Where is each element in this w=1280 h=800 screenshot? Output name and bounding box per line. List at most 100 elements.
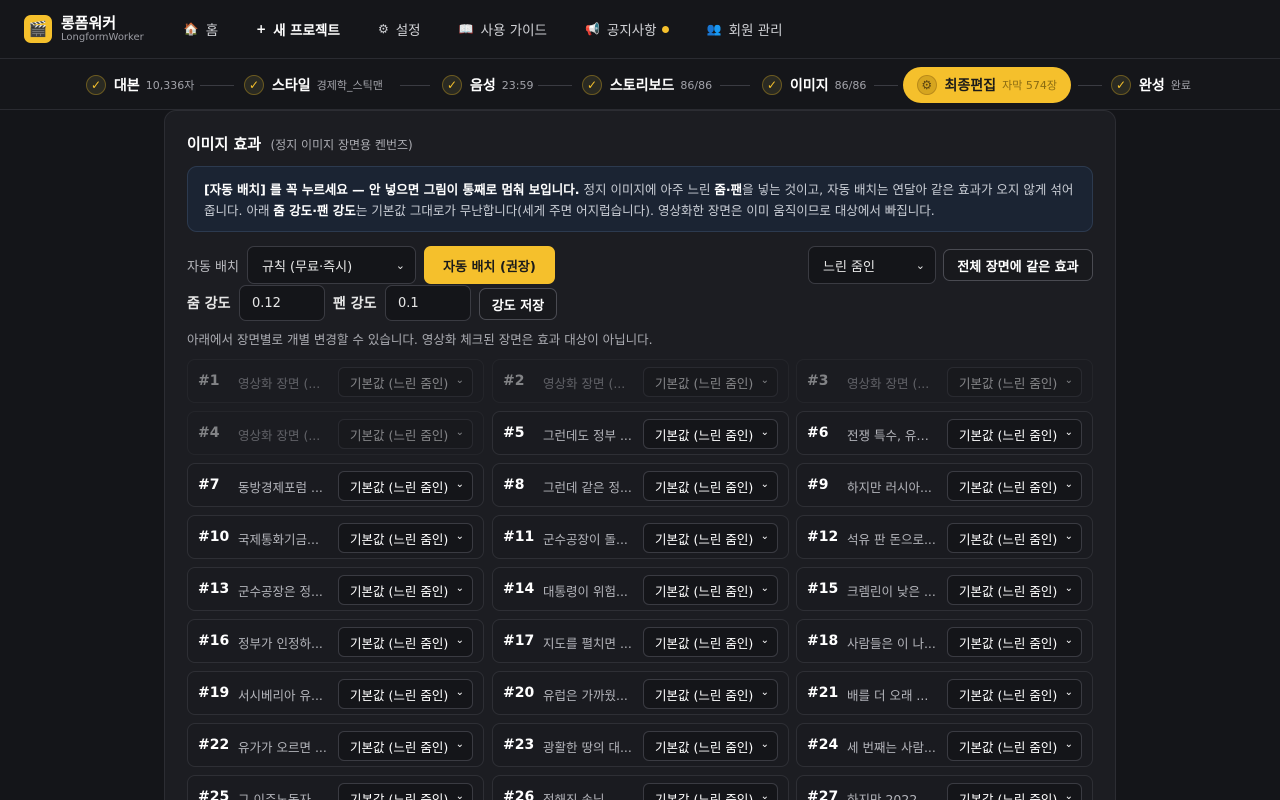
scene-number: #5 <box>503 425 525 441</box>
scene-effect-select[interactable]: 기본값 (느린 줌인) ⌄ <box>338 731 473 761</box>
chevron-down-icon: ⌄ <box>915 259 925 272</box>
scene-text: 지도를 펼치면 ... <box>543 636 632 651</box>
scene-card: #9 하지만 러시아... 기본값 (느린 줌인) ⌄ <box>796 463 1093 507</box>
scene-number: #22 <box>198 737 230 753</box>
scene-card: #21 배를 더 오래 ... 기본값 (느린 줌인) ⌄ <box>796 671 1093 715</box>
notice-text: 는 기본값 그대로가 무난합니다(세게 주면 어지럽습니다). 영상화한 장면은… <box>355 203 935 218</box>
scene-effect-select: 기본값 (느린 줌인) ⌄ <box>338 367 473 397</box>
step-style[interactable]: ✓ 스타일 경제학_스틱맨 <box>244 67 383 103</box>
chevron-down-icon: ⌄ <box>760 583 769 594</box>
nav-new-project[interactable]: + 새 프로젝트 <box>256 19 340 39</box>
chevron-down-icon: ⌄ <box>455 635 464 646</box>
scene-effect-select[interactable]: 기본값 (느린 줌인) ⌄ <box>643 679 778 709</box>
scene-number: #19 <box>198 685 230 701</box>
scene-text: 사람들은 이 나... <box>847 636 936 651</box>
chevron-down-icon: ⌄ <box>760 687 769 698</box>
scene-effect-select[interactable]: 기본값 (느린 줌인) ⌄ <box>338 627 473 657</box>
auto-placement-button[interactable]: 자동 배치 (권장) <box>424 246 555 284</box>
scene-effect-select[interactable]: 기본값 (느린 줌인) ⌄ <box>947 627 1082 657</box>
scene-card: #3 영상화 장면 (... 기본값 (느린 줌인) ⌄ <box>796 359 1093 403</box>
step-connector <box>874 85 898 86</box>
scene-effect-select[interactable]: 기본값 (느린 줌인) ⌄ <box>643 731 778 761</box>
step-storyboard[interactable]: ✓ 스토리보드 86/86 <box>582 67 712 103</box>
scene-number: #25 <box>198 789 230 800</box>
scene-text: 영상화 장면 (... <box>238 428 321 443</box>
scene-effect-select[interactable]: 기본값 (느린 줌인) ⌄ <box>947 731 1082 761</box>
scene-effect-select[interactable]: 기본값 (느린 줌인) ⌄ <box>643 627 778 657</box>
nav-members[interactable]: 👥 회원 관리 <box>707 19 783 39</box>
scene-number: #16 <box>198 633 230 649</box>
step-status: 완료 <box>1170 79 1192 92</box>
scene-number: #12 <box>807 529 839 545</box>
scene-effect-select[interactable]: 기본값 (느린 줌인) ⌄ <box>947 419 1082 449</box>
save-strength-button[interactable]: 강도 저장 <box>479 288 557 320</box>
chevron-down-icon: ⌄ <box>760 427 769 438</box>
scene-effect-select[interactable]: 기본값 (느린 줌인) ⌄ <box>947 679 1082 709</box>
step-images[interactable]: ✓ 이미지 86/86 <box>762 67 866 103</box>
step-complete[interactable]: ✓ 완성 완료 <box>1111 67 1191 103</box>
nav-settings[interactable]: ⚙ 설정 <box>378 19 421 39</box>
scene-effect-select[interactable]: 기본값 (느린 줌인) ⌄ <box>338 783 473 800</box>
check-icon: ✓ <box>762 75 782 95</box>
scene-effect-select[interactable]: 기본값 (느린 줌인) ⌄ <box>947 575 1082 605</box>
scene-card: #4 영상화 장면 (... 기본값 (느린 줌인) ⌄ <box>187 411 484 455</box>
step-script[interactable]: ✓ 대본 10,336자 <box>86 67 194 103</box>
scene-text: 세 번째는 사람... <box>847 740 936 755</box>
auto-placement-label: 자동 배치 <box>187 260 239 275</box>
scene-number: #6 <box>807 425 829 441</box>
scene-number: #7 <box>198 477 220 493</box>
scene-text: 유럽은 가까웠... <box>543 688 628 703</box>
scene-effect-select[interactable]: 기본값 (느린 줌인) ⌄ <box>643 575 778 605</box>
auto-placement-mode-select[interactable]: 규칙 (무료·즉시) ⌄ <box>247 246 416 284</box>
scene-effect-select[interactable]: 기본값 (느린 줌인) ⌄ <box>338 679 473 709</box>
image-effects-panel: 이미지 효과 (정지 이미지 장면용 켄번즈) [자동 배치] 를 꼭 누르세요… <box>164 110 1116 800</box>
brand[interactable]: 🎬 롱폼워커 LongformWorker <box>24 14 144 44</box>
scene-number: #21 <box>807 685 839 701</box>
scene-effect-select[interactable]: 기본값 (느린 줌인) ⌄ <box>338 523 473 553</box>
clapperboard-icon: 🎬 <box>24 15 52 43</box>
scene-number: #17 <box>503 633 535 649</box>
step-status: 경제학_스틱맨 <box>316 79 383 92</box>
scene-effect-select[interactable]: 기본값 (느린 줌인) ⌄ <box>643 523 778 553</box>
scene-effect-select[interactable]: 기본값 (느린 줌인) ⌄ <box>947 471 1082 501</box>
pan-strength-label: 팬 강도 <box>333 296 377 312</box>
scene-effect-select[interactable]: 기본값 (느린 줌인) ⌄ <box>947 523 1082 553</box>
scene-card: #23 광활한 땅의 대... 기본값 (느린 줌인) ⌄ <box>492 723 789 767</box>
scene-text: 정해진 손님, 노... <box>543 792 635 800</box>
step-connector <box>1078 85 1102 86</box>
nav-label: 새 프로젝트 <box>273 23 340 39</box>
scene-effect-select[interactable]: 기본값 (느린 줌인) ⌄ <box>643 471 778 501</box>
scene-effect-select[interactable]: 기본값 (느린 줌인) ⌄ <box>947 783 1082 800</box>
chevron-down-icon: ⌄ <box>395 259 405 272</box>
scene-text: 전쟁 특수, 유가... <box>847 428 939 443</box>
nav-notices[interactable]: 📢 공지사항 <box>585 19 669 39</box>
zoom-strength-input[interactable]: 0.12 <box>239 285 325 321</box>
step-voice[interactable]: ✓ 음성 23:59 <box>442 67 533 103</box>
nav-label: 설정 <box>395 23 421 39</box>
scene-effect-select[interactable]: 기본값 (느린 줌인) ⌄ <box>338 575 473 605</box>
scene-effect-select[interactable]: 기본값 (느린 줌인) ⌄ <box>643 419 778 449</box>
pan-strength-input[interactable]: 0.1 <box>385 285 471 321</box>
check-icon: ✓ <box>86 75 106 95</box>
chevron-down-icon: ⌄ <box>1064 531 1073 542</box>
check-icon: ✓ <box>442 75 462 95</box>
step-final-edit[interactable]: ⚙ 최종편집 자막 574장 <box>903 67 1071 103</box>
gear-icon: ⚙ <box>917 75 937 95</box>
step-label: 스타일 <box>272 78 311 94</box>
step-connector <box>400 85 430 86</box>
scene-effect-select: 기본값 (느린 줌인) ⌄ <box>338 419 473 449</box>
scene-text: 영상화 장면 (... <box>543 376 626 391</box>
chevron-down-icon: ⌄ <box>1064 687 1073 698</box>
step-status: 자막 574장 <box>1002 79 1057 92</box>
scene-text: 그런데 같은 정... <box>543 480 632 495</box>
unread-dot-icon <box>661 25 669 33</box>
nav-guide[interactable]: 📖 사용 가이드 <box>459 19 547 39</box>
scene-number: #13 <box>198 581 230 597</box>
chevron-down-icon: ⌄ <box>455 739 464 750</box>
scene-effect-select[interactable]: 기본값 (느린 줌인) ⌄ <box>643 783 778 800</box>
effect-select[interactable]: 느린 줌인 ⌄ <box>808 246 936 284</box>
apply-all-scenes-button[interactable]: 전체 장면에 같은 효과 <box>943 249 1093 281</box>
nav-home[interactable]: 🏠 홈 <box>184 19 218 39</box>
scene-effect-select[interactable]: 기본값 (느린 줌인) ⌄ <box>338 471 473 501</box>
step-label: 이미지 <box>790 78 829 94</box>
